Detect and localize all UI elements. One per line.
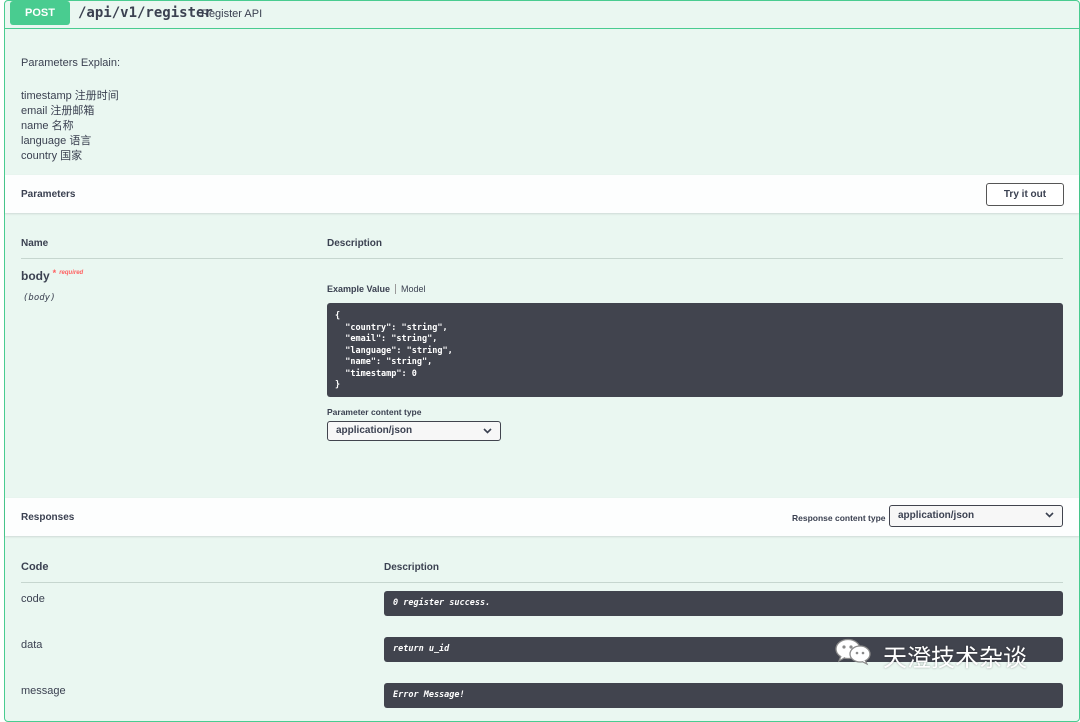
divider (21, 258, 1063, 259)
example-value-code: { "country": "string", "email": "string"… (327, 303, 1063, 397)
select-value: application/json (898, 510, 975, 521)
chevron-down-icon (1045, 506, 1054, 518)
wechat-icon (833, 638, 875, 670)
code-line: { (335, 311, 341, 321)
divider (21, 582, 1063, 583)
select-value: application/json (336, 425, 413, 436)
watermark-text: 天澄技术杂谈 (883, 644, 1027, 672)
operation-summary[interactable]: POST /api/v1/register Register API (5, 1, 1079, 29)
response-code: data (21, 639, 43, 651)
parameters-explain: Parameters Explain: timestamp 注册时间 email… (21, 56, 120, 164)
operation-summary-text: Register API (201, 8, 263, 20)
watermark: 天澄技术杂谈 (833, 636, 1053, 672)
code-line: "language": "string", (335, 345, 453, 356)
param-name: body * required (21, 268, 84, 283)
code-line: } (335, 380, 341, 390)
required-label: required (59, 270, 84, 276)
code-line: "timestamp": 0 (335, 368, 417, 379)
tab-example-value[interactable]: Example Value (327, 284, 397, 294)
column-header-name: Name (21, 238, 49, 249)
explain-line: timestamp 注册时间 (21, 90, 119, 102)
response-content-type-label: Response content type (792, 513, 886, 523)
explain-line: email 注册邮箱 (21, 105, 95, 117)
column-header-description: Description (384, 562, 440, 573)
parameter-content-type-select[interactable]: application/json (327, 421, 501, 441)
code-line: "email": "string", (335, 334, 438, 344)
explain-line: language 语言 (21, 135, 92, 147)
parameter-content-type-label: Parameter content type (327, 407, 422, 417)
code-line: "name": "string", (335, 357, 433, 367)
responses-title: Responses (21, 512, 75, 523)
param-location: (body) (23, 293, 56, 303)
explain-title: Parameters Explain: (21, 57, 121, 69)
chevron-down-icon (483, 422, 492, 434)
method-badge: POST (10, 1, 70, 25)
required-marker: * (52, 268, 57, 278)
example-tabs: Example Value Model (327, 284, 426, 294)
explain-line: name 名称 (21, 120, 74, 132)
response-description: Error Message! (384, 683, 1063, 708)
column-header-code: Code (21, 561, 49, 573)
response-code: message (21, 685, 66, 697)
tab-model[interactable]: Model (396, 284, 426, 294)
parameters-header: Parameters Try it out (5, 175, 1079, 213)
parameters-title: Parameters (21, 189, 76, 200)
explain-line: country 国家 (21, 150, 83, 162)
response-description: 0 register success. (384, 591, 1063, 616)
param-name-text: body (21, 269, 50, 283)
response-code: code (21, 593, 45, 605)
operation-path: /api/v1/register (78, 5, 213, 21)
column-header-description: Description (327, 238, 383, 249)
operation-block: POST /api/v1/register Register API Param… (4, 0, 1080, 722)
response-content-type-select[interactable]: application/json (889, 505, 1063, 527)
responses-header: Responses Response content type applicat… (5, 498, 1079, 536)
code-line: "country": "string", (335, 322, 448, 333)
try-it-out-button[interactable]: Try it out (986, 183, 1064, 206)
